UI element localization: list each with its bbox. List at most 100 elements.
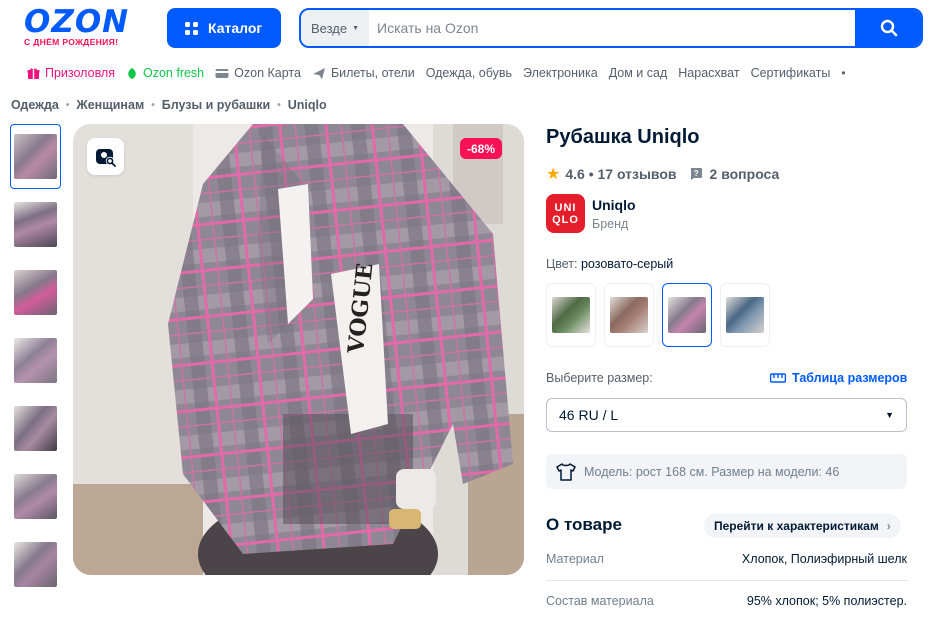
top-nav: Призоловля Ozon fresh Ozon Карта Билеты,… [27, 66, 846, 80]
nav-item-clothes[interactable]: Одежда, обувь [426, 66, 512, 80]
spec-value: Хлопок, Полиэфирный шелк [741, 552, 907, 566]
breadcrumb-separator: • [277, 99, 281, 111]
catalog-label: Каталог [208, 20, 263, 36]
swatch-image [552, 297, 590, 333]
nav-label: Электроника [523, 66, 598, 80]
size-select[interactable]: 46 RU / L ▼ [546, 398, 907, 432]
breadcrumb: Одежда • Женщинам • Блузы и рубашки • Un… [11, 98, 327, 112]
spec-value: 95% хлопок; 5% полиэстер. [746, 594, 907, 608]
search-scope-label: Везде [311, 20, 348, 36]
about-title: О товаре [546, 515, 622, 534]
thumbnail-strip [10, 124, 61, 600]
nav-item-home-garden[interactable]: Дом и сад [609, 66, 668, 80]
ozon-logo[interactable]: OZON С ДНЁМ РОЖДЕНИЯ! [24, 4, 152, 48]
discount-badge: -68% [460, 138, 503, 159]
swatch-image [610, 297, 648, 333]
nav-label: Ozon fresh [143, 66, 205, 80]
brand-logo-line1: UNI [554, 201, 577, 214]
breadcrumb-item[interactable]: Женщинам [76, 98, 144, 112]
leaf-icon [126, 67, 138, 80]
caret-down-icon: ▼ [885, 410, 894, 420]
reviews-link[interactable]: 17 отзывов [598, 166, 677, 182]
size-selected-value: 46 RU / L [559, 407, 619, 423]
color-swatches [546, 283, 778, 347]
nav-item-certificates[interactable]: Сертификаты [751, 66, 831, 80]
color-swatch[interactable] [720, 283, 770, 347]
thumbnail-image [14, 474, 57, 519]
color-swatch-selected[interactable] [662, 283, 712, 347]
thumbnail[interactable] [10, 192, 61, 257]
size-table-link[interactable]: Таблица размеров [770, 371, 907, 385]
nav-item-popular[interactable]: Нарасхват [678, 66, 739, 80]
thumbnail[interactable] [10, 328, 61, 393]
nav-item-ozon-fresh[interactable]: Ozon fresh [126, 66, 204, 80]
nav-item-ozon-card[interactable]: Ozon Карта [215, 66, 301, 80]
plane-icon [312, 66, 326, 80]
breadcrumb-separator: • [151, 99, 155, 111]
card-icon [215, 68, 229, 79]
grid-icon [185, 21, 198, 35]
nav-item-electronics[interactable]: Электроника [523, 66, 598, 80]
color-swatch[interactable] [604, 283, 654, 347]
rating-row: ★ 4.6 • 17 отзывов ? 2 вопроса [546, 164, 779, 184]
search-scope-select[interactable]: Везде ▼ [301, 10, 369, 46]
nav-item-prizolovlya[interactable]: Призоловля [27, 66, 115, 80]
spec-row: Материал Хлопок, Полиэфирный шелк [546, 552, 907, 566]
nav-label: Призоловля [45, 66, 115, 80]
swatch-image [726, 297, 764, 333]
product-image: VOGUE [73, 124, 524, 575]
thumbnail-image [14, 406, 57, 451]
brand-logo-line2: QLO [552, 213, 579, 226]
color-label: Цвет: розовато-серый [546, 257, 673, 271]
thumbnail[interactable] [10, 124, 61, 189]
star-icon: ★ [546, 166, 561, 183]
spec-divider [546, 580, 907, 581]
image-search-button[interactable] [87, 138, 124, 175]
image-search-icon [95, 148, 116, 167]
nav-label: Ozon Карта [234, 66, 301, 80]
nav-label: Билеты, отели [330, 66, 415, 80]
catalog-button[interactable]: Каталог [167, 8, 281, 48]
model-info-text: Модель: рост 168 см. Размер на модели: 4… [584, 464, 840, 479]
questions-link[interactable]: 2 вопроса [710, 166, 780, 182]
nav-label: Сертификаты [750, 66, 831, 80]
logo-subtitle: С ДНЁМ РОЖДЕНИЯ! [24, 37, 119, 47]
size-label: Выберите размер: [546, 371, 653, 385]
model-info: Модель: рост 168 см. Размер на модели: 4… [546, 454, 907, 489]
search-input[interactable] [369, 10, 855, 46]
tshirt-icon [556, 462, 576, 481]
chevron-right-icon: › [886, 519, 891, 533]
brand-logo[interactable]: UNI QLO [546, 194, 585, 233]
rating-separator: • [584, 166, 598, 182]
spec-key: Состав материала [546, 594, 654, 608]
nav-label: Дом и сад [608, 66, 668, 80]
svg-text:?: ? [693, 169, 698, 178]
product-photo[interactable]: VOGUE [73, 124, 524, 575]
gift-icon [27, 67, 40, 80]
breadcrumb-item[interactable]: Uniqlo [288, 98, 327, 112]
caret-down-icon: ▼ [352, 24, 360, 32]
nav-more[interactable]: • [841, 66, 845, 80]
goto-specs-label: Перейти к характеристикам [714, 519, 879, 533]
thumbnail[interactable] [10, 260, 61, 325]
breadcrumb-item[interactable]: Одежда [11, 98, 59, 112]
rating-value: 4.6 [565, 166, 585, 182]
breadcrumb-item[interactable]: Блузы и рубашки [162, 98, 271, 112]
logo-text: OZON [24, 4, 130, 40]
brand-name[interactable]: Uniqlo [592, 197, 636, 213]
question-icon: ? [689, 167, 703, 181]
thumbnail-image [14, 270, 57, 315]
thumbnail-image [14, 134, 57, 179]
goto-specs-button[interactable]: Перейти к характеристикам › [704, 514, 901, 538]
thumbnail-image [14, 202, 57, 247]
search-bar: Везде ▼ [299, 8, 923, 48]
search-icon [880, 19, 898, 37]
color-swatch[interactable] [546, 283, 596, 347]
spec-row: Состав материала 95% хлопок; 5% полиэсте… [546, 594, 907, 608]
thumbnail[interactable] [10, 532, 61, 597]
thumbnail[interactable] [10, 396, 61, 461]
search-button[interactable] [855, 10, 921, 46]
nav-item-tickets[interactable]: Билеты, отели [312, 66, 415, 80]
breadcrumb-separator: • [65, 99, 70, 111]
thumbnail[interactable] [10, 464, 61, 529]
